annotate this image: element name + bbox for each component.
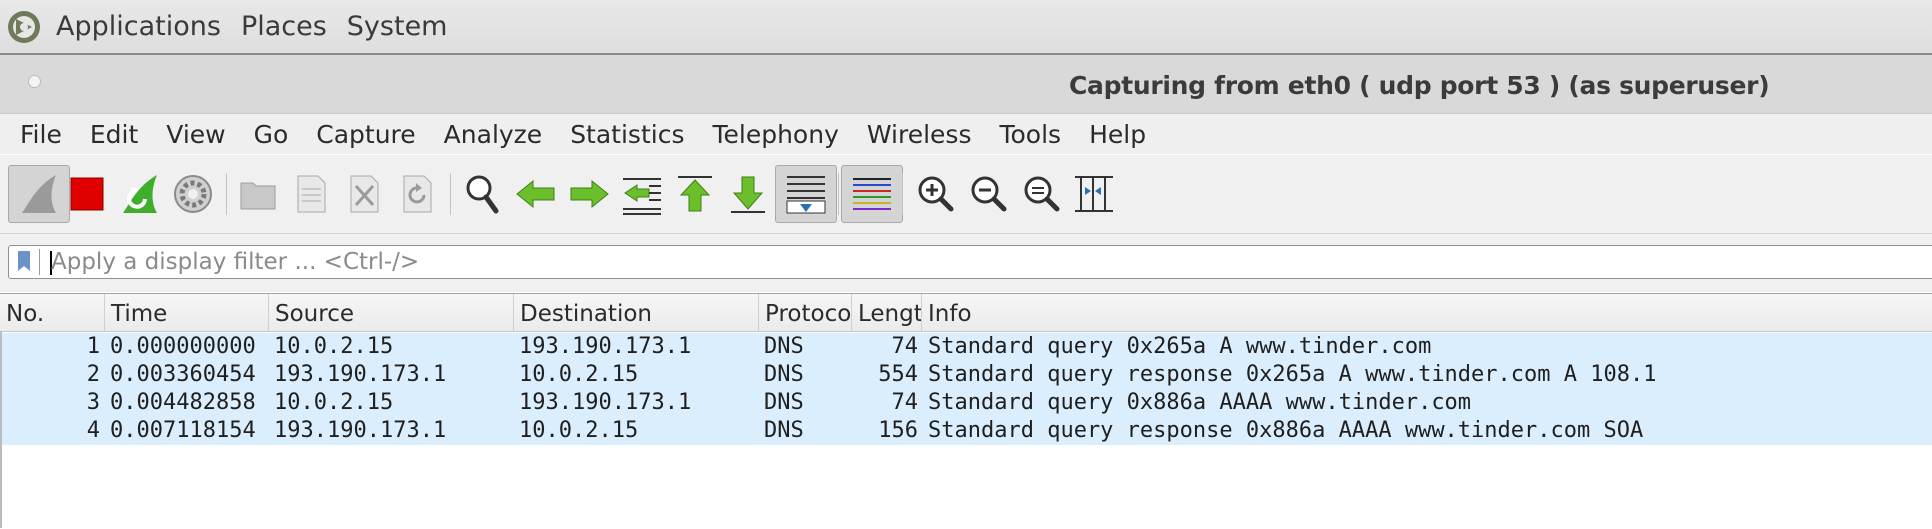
magnifier-icon [466, 175, 499, 214]
normal-size-icon [1024, 176, 1060, 212]
gear-icon [174, 175, 212, 213]
colorize-icon [853, 178, 891, 210]
cell-protocol: DNS [764, 418, 804, 443]
filter-bookmark-button[interactable] [13, 249, 40, 275]
packet-list-header: No. Time Source Destination Protocol Len… [0, 294, 1932, 332]
menu-view[interactable]: View [166, 120, 225, 149]
display-filter-input[interactable] [51, 248, 1551, 276]
cell-info: Standard query 0x886a AAAA www.tinder.co… [928, 390, 1472, 415]
window-menu-button[interactable] [28, 75, 41, 88]
folder-icon [240, 182, 276, 210]
packet-row[interactable]: 1 0.000000000 10.0.2.15 193.190.173.1 DN… [0, 333, 1932, 361]
arrow-down-icon [731, 176, 765, 213]
cell-time: 0.000000000 [110, 334, 256, 359]
column-header-info[interactable]: Info [922, 294, 1932, 331]
panel-applications-menu[interactable]: Applications [56, 11, 221, 42]
cell-destination: 10.0.2.15 [519, 418, 639, 443]
cell-protocol: DNS [764, 334, 804, 359]
cell-protocol: DNS [764, 362, 804, 387]
packet-row[interactable]: 2 0.003360454 193.190.173.1 10.0.2.15 DN… [0, 361, 1932, 389]
arrow-up-icon [678, 176, 712, 212]
last-packet-button[interactable] [717, 165, 779, 223]
column-header-time[interactable]: Time [105, 294, 269, 331]
cell-destination: 193.190.173.1 [519, 334, 692, 359]
cell-length: 156 [878, 418, 918, 443]
toolbar-separator [450, 173, 451, 215]
cell-destination: 10.0.2.15 [519, 362, 639, 387]
restart-capture-icon [123, 175, 157, 213]
close-file-icon [350, 175, 379, 213]
main-toolbar [0, 155, 1932, 234]
cell-info: Standard query response 0x886a AAAA www.… [928, 418, 1644, 443]
packet-list[interactable]: No. Time Source Destination Protocol Len… [0, 293, 1932, 529]
cell-no: 3 [86, 390, 100, 415]
cell-source: 10.0.2.15 [274, 334, 394, 359]
menu-wireless[interactable]: Wireless [867, 120, 972, 149]
reload-icon [403, 175, 432, 213]
menu-tools[interactable]: Tools [999, 120, 1061, 149]
stop-capture-icon [70, 177, 104, 211]
colorize-button[interactable] [841, 165, 903, 223]
autoscroll-button[interactable] [775, 165, 837, 223]
column-header-source[interactable]: Source [269, 294, 514, 331]
cell-info: Standard query 0x265a A www.tinder.com [928, 334, 1432, 359]
menu-edit[interactable]: Edit [90, 120, 138, 149]
menu-capture[interactable]: Capture [316, 120, 415, 149]
cell-source: 10.0.2.15 [274, 390, 394, 415]
cell-no: 1 [86, 334, 100, 359]
zoom-in-icon [918, 176, 954, 212]
window-title: Capturing from eth0 ( udp port 53 ) (as … [1069, 71, 1770, 100]
panel-places-menu[interactable]: Places [241, 11, 327, 42]
resize-columns-button[interactable] [1063, 165, 1125, 223]
menu-telephony[interactable]: Telephony [712, 120, 838, 149]
cell-time: 0.004482858 [110, 390, 256, 415]
cell-source: 193.190.173.1 [274, 362, 447, 387]
bookmark-icon [18, 251, 30, 271]
cell-info: Standard query response 0x265a A www.tin… [928, 362, 1657, 387]
column-header-length[interactable]: Length [852, 294, 922, 331]
jump-to-packet-icon [623, 178, 661, 215]
menu-bar: File Edit View Go Capture Analyze Statis… [0, 114, 1932, 154]
cell-time: 0.003360454 [110, 362, 256, 387]
cell-no: 2 [86, 362, 100, 387]
menu-analyze[interactable]: Analyze [444, 120, 543, 149]
column-header-protocol[interactable]: Protocol [759, 294, 852, 331]
arrow-right-icon [570, 179, 609, 209]
cell-length: 74 [891, 334, 919, 359]
window-title-bar[interactable]: Capturing from eth0 ( udp port 53 ) (as … [0, 55, 1932, 114]
cell-length: 554 [878, 362, 918, 387]
panel-system-menu[interactable]: System [347, 11, 448, 42]
cell-length: 74 [891, 390, 919, 415]
distro-logo-icon[interactable] [6, 9, 42, 45]
packet-row[interactable]: 3 0.004482858 10.0.2.15 193.190.173.1 DN… [0, 389, 1932, 417]
menu-statistics[interactable]: Statistics [570, 120, 684, 149]
zoom-out-icon [971, 176, 1007, 212]
packet-row[interactable]: 4 0.007118154 193.190.173.1 10.0.2.15 DN… [0, 417, 1932, 445]
desktop-top-panel: Applications Places System [0, 0, 1932, 55]
column-header-destination[interactable]: Destination [514, 294, 759, 331]
cell-time: 0.007118154 [110, 418, 256, 443]
toolbar-separator [838, 173, 839, 215]
cell-no: 4 [86, 418, 100, 443]
packet-list-left-border [0, 331, 2, 528]
menu-file[interactable]: File [20, 120, 62, 149]
cell-destination: 193.190.173.1 [519, 390, 692, 415]
toolbar-separator [902, 173, 903, 215]
cell-protocol: DNS [764, 390, 804, 415]
display-filter-bar [0, 234, 1932, 292]
autoscroll-icon [786, 176, 826, 214]
cell-source: 193.190.173.1 [274, 418, 447, 443]
menu-go[interactable]: Go [254, 120, 289, 149]
arrow-left-icon [516, 179, 555, 209]
column-header-no[interactable]: No. [0, 294, 105, 331]
display-filter-box[interactable] [8, 245, 1932, 279]
menu-help[interactable]: Help [1089, 120, 1146, 149]
document-icon [297, 175, 326, 213]
capture-options-button[interactable] [162, 165, 224, 223]
resize-columns-icon [1075, 176, 1113, 212]
reload-file-button[interactable] [386, 165, 448, 223]
